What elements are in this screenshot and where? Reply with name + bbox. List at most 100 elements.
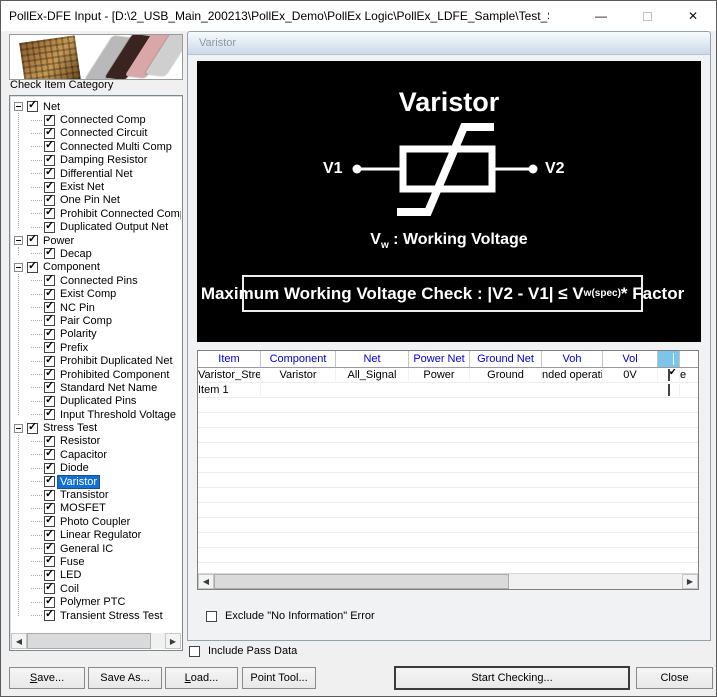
column-header-voh[interactable]: Voh xyxy=(542,351,603,367)
tree-checkbox[interactable] xyxy=(44,328,55,340)
tree-node-differential-net[interactable]: Differential Net xyxy=(13,167,181,180)
column-header-clipped[interactable] xyxy=(680,351,698,367)
tree-checkbox[interactable] xyxy=(44,596,55,608)
tree-node-duplicated-pins[interactable]: Duplicated Pins xyxy=(13,395,181,408)
tree-checkbox[interactable] xyxy=(44,114,55,126)
titlebar[interactable]: PollEx-DFE Input - [D:\2_USB_Main_200213… xyxy=(1,1,716,31)
tree-node-net[interactable]: Net xyxy=(13,100,181,113)
tree-node-prohibit-duplicated-net[interactable]: Prohibit Duplicated Net xyxy=(13,354,181,367)
tree-checkbox[interactable] xyxy=(44,609,55,622)
tree-node-transient-stress-test[interactable]: Transient Stress Test xyxy=(13,609,181,622)
tree-checkbox[interactable] xyxy=(44,355,55,367)
tree-checkbox[interactable] xyxy=(44,247,55,260)
tree-checkbox[interactable] xyxy=(44,341,55,354)
tree-checkbox[interactable] xyxy=(44,274,55,287)
collapse-toggle-icon[interactable] xyxy=(14,102,23,112)
minimize-button[interactable]: — xyxy=(578,1,624,31)
tree-checkbox[interactable] xyxy=(44,167,55,180)
scrollbar-track[interactable] xyxy=(27,633,165,649)
tree-checkbox[interactable] xyxy=(44,448,55,461)
table-horizontal-scrollbar[interactable]: ◀ ▶ xyxy=(198,573,698,589)
tree-checkbox[interactable] xyxy=(44,582,55,595)
tree-node-coil[interactable]: Coil xyxy=(13,582,181,595)
tree-node-component[interactable]: Component xyxy=(13,261,181,274)
collapse-toggle-icon[interactable] xyxy=(14,262,23,272)
tree-checkbox[interactable] xyxy=(27,422,38,434)
scroll-left-icon[interactable]: ◀ xyxy=(11,633,27,649)
include-pass-data-checkbox[interactable] xyxy=(189,645,200,657)
row-enable-checkbox[interactable] xyxy=(667,384,670,396)
tree-checkbox[interactable] xyxy=(44,127,55,139)
tree-checkbox[interactable] xyxy=(44,555,55,568)
scroll-left-icon[interactable]: ◀ xyxy=(198,574,214,589)
tree-node-decap[interactable]: Decap xyxy=(13,247,181,260)
tree-checkbox[interactable] xyxy=(44,489,55,501)
table-row[interactable]: Item 1 xyxy=(198,383,698,398)
collapse-toggle-icon[interactable] xyxy=(14,236,23,246)
scroll-right-icon[interactable]: ▶ xyxy=(165,633,181,649)
column-header-net[interactable]: Net xyxy=(336,351,409,367)
tree-node-connected-pins[interactable]: Connected Pins xyxy=(13,274,181,287)
tree-node-damping-resistor[interactable]: Damping Resistor xyxy=(13,154,181,167)
tree-checkbox[interactable] xyxy=(44,515,55,528)
tree-node-prohibit-connected-comp[interactable]: Prohibit Connected Comp xyxy=(13,207,181,220)
maximize-button[interactable] xyxy=(624,1,670,31)
tree-checkbox[interactable] xyxy=(44,368,55,380)
tree-node-general-ic[interactable]: General IC xyxy=(13,542,181,555)
table-header-row[interactable]: Item Component Net Power Net Ground Net Voh Vo… xyxy=(198,351,698,368)
tree-checkbox[interactable] xyxy=(44,314,55,327)
tree-checkbox[interactable] xyxy=(44,140,55,153)
tree-checkbox[interactable] xyxy=(27,100,38,113)
tree-horizontal-scrollbar[interactable]: ◀ ▶ xyxy=(11,633,181,649)
tree-node-connected-circuit[interactable]: Connected Circuit xyxy=(13,127,181,140)
tree-checkbox[interactable] xyxy=(44,301,55,314)
tree-node-varistor[interactable]: Varistor xyxy=(13,475,181,488)
tree-node-connected-multi-comp[interactable]: Connected Multi Comp xyxy=(13,140,181,153)
scrollbar-thumb[interactable] xyxy=(27,633,151,649)
tree-node-capacitor[interactable]: Capacitor xyxy=(13,448,181,461)
tree-node-standard-net-name[interactable]: Standard Net Name xyxy=(13,381,181,394)
table-row[interactable]: Varistor_Stre Varistor All_Signal Power Grou… xyxy=(198,368,698,383)
column-header-power-net[interactable]: Power Net xyxy=(409,351,470,367)
tree-checkbox[interactable] xyxy=(27,234,38,247)
collapse-toggle-icon[interactable] xyxy=(14,423,23,433)
tree-node-polymer-ptc[interactable]: Polymer PTC xyxy=(13,595,181,608)
tree-checkbox[interactable] xyxy=(44,529,55,541)
save-button[interactable]: Save... xyxy=(9,667,85,689)
selected-column-header[interactable] xyxy=(658,351,680,367)
tree-node-nc-pin[interactable]: NC Pin xyxy=(13,301,181,314)
tree-checkbox[interactable] xyxy=(44,475,55,488)
column-header-ground-net[interactable]: Ground Net xyxy=(470,351,542,367)
row-enable-checkbox[interactable] xyxy=(667,369,670,381)
include-pass-data-checkbox-row[interactable]: Include Pass Data xyxy=(189,645,297,657)
tree-node-power[interactable]: Power xyxy=(13,234,181,247)
tree-node-mosfet[interactable]: MOSFET xyxy=(13,502,181,515)
tree-checkbox[interactable] xyxy=(44,408,55,421)
tree-checkbox[interactable] xyxy=(44,194,55,206)
tree-node-diode[interactable]: Diode xyxy=(13,462,181,475)
tree-checkbox[interactable] xyxy=(44,395,55,407)
tree-checkbox[interactable] xyxy=(27,261,38,273)
point-tool-button[interactable]: Point Tool... xyxy=(242,667,316,689)
load-button[interactable]: Load... xyxy=(165,667,238,689)
tree-node-one-pin-net[interactable]: One Pin Net xyxy=(13,194,181,207)
tree-node-connected-comp[interactable]: Connected Comp xyxy=(13,113,181,126)
scrollbar-thumb[interactable] xyxy=(214,574,509,589)
tree-checkbox[interactable] xyxy=(44,288,55,300)
table-cell-check[interactable] xyxy=(658,384,680,396)
save-as-button[interactable]: Save As... xyxy=(88,667,162,689)
tree-node-transistor[interactable]: Transistor xyxy=(13,488,181,501)
tree-checkbox[interactable] xyxy=(44,435,55,447)
tree-checkbox[interactable] xyxy=(44,154,55,166)
tree-node-duplicated-output-net[interactable]: Duplicated Output Net xyxy=(13,221,181,234)
tree-node-prohibited-component[interactable]: Prohibited Component xyxy=(13,368,181,381)
scroll-right-icon[interactable]: ▶ xyxy=(682,574,698,589)
tree-checkbox[interactable] xyxy=(44,462,55,474)
tree-node-polarity[interactable]: Polarity xyxy=(13,328,181,341)
tree-checkbox[interactable] xyxy=(44,542,55,555)
tree-checkbox[interactable] xyxy=(44,381,55,394)
tree-node-exist-comp[interactable]: Exist Comp xyxy=(13,287,181,300)
tree-node-exist-net[interactable]: Exist Net xyxy=(13,180,181,193)
start-checking-button[interactable]: Start Checking... xyxy=(395,667,629,689)
column-header-item[interactable]: Item xyxy=(198,351,261,367)
